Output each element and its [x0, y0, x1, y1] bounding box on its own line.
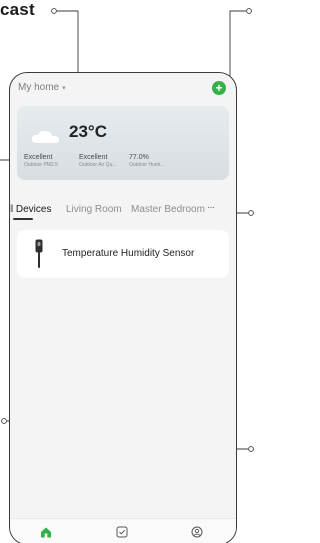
- tab-living-room[interactable]: Living Room: [66, 204, 122, 215]
- chevron-down-icon: ▾: [62, 84, 66, 92]
- callout-dot-profile: [248, 446, 254, 452]
- metric-humidity: 77.0% Outdoor Humi...: [129, 154, 199, 168]
- phone-frame: My home ▾ + 23°C Excellent Outdoor PM2.5…: [9, 72, 237, 543]
- scene-check-icon[interactable]: [116, 525, 128, 538]
- callout-dot-add: [246, 8, 252, 14]
- sensor-probe-icon: [34, 239, 44, 269]
- weather-card[interactable]: 23°C Excellent Outdoor PM2.5 Excellent O…: [17, 106, 229, 180]
- home-name: My home: [18, 82, 60, 93]
- callout-dot-home: [1, 418, 7, 424]
- callout-dot-tabs: [248, 210, 254, 216]
- callout-dot-title: [51, 8, 57, 14]
- caption-title: cast: [0, 0, 35, 19]
- device-card[interactable]: Temperature Humidity Sensor: [17, 230, 229, 278]
- home-icon[interactable]: [40, 525, 52, 538]
- device-name: Temperature Humidity Sensor: [62, 248, 195, 259]
- active-tab-indicator: [13, 218, 33, 220]
- top-bar: My home ▾ +: [10, 73, 236, 101]
- temperature-value: 23°C: [69, 122, 107, 141]
- tab-all-devices[interactable]: All Devices: [10, 204, 51, 215]
- metric-value: 77.0%: [129, 154, 149, 161]
- profile-icon[interactable]: [191, 525, 203, 538]
- add-device-button[interactable]: +: [212, 81, 226, 95]
- more-icon[interactable]: ···: [207, 202, 215, 213]
- bottom-nav: [10, 518, 236, 543]
- tab-master-bedroom[interactable]: Master Bedroom: [131, 204, 205, 215]
- cloud-icon: [31, 130, 61, 144]
- room-tabs: All Devices Living Room Master Bedroom ·…: [10, 202, 236, 220]
- metric-label: Outdoor Humi...: [129, 162, 165, 168]
- home-switcher[interactable]: My home ▾: [18, 82, 66, 93]
